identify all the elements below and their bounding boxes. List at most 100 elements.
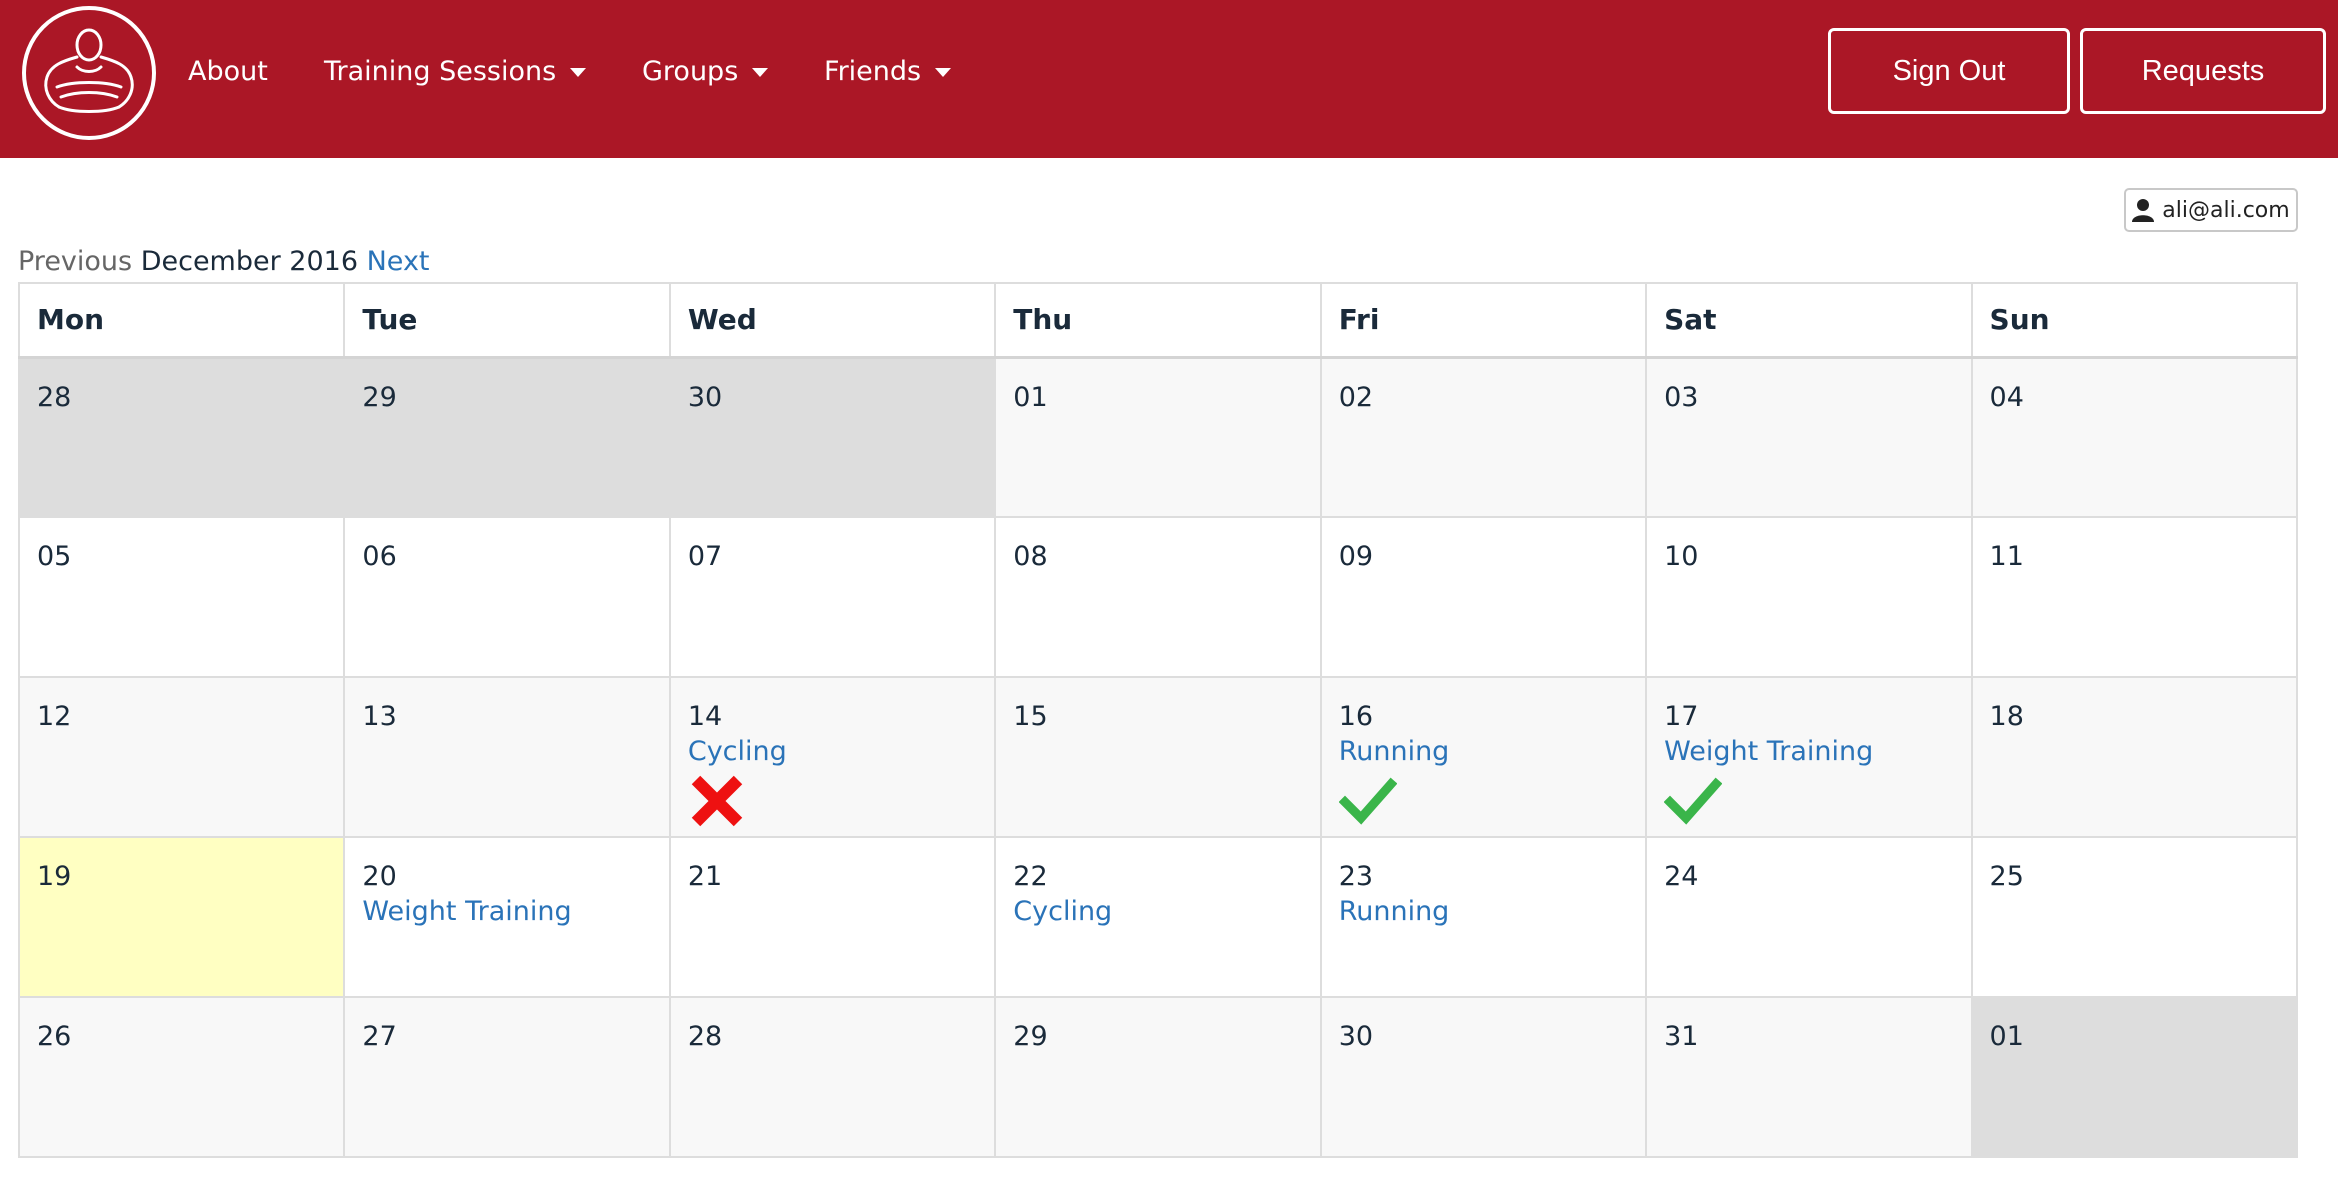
training-session-link[interactable]: Running bbox=[1339, 894, 1628, 930]
calendar-day[interactable]: 26 bbox=[17, 996, 346, 1158]
day-number: 06 bbox=[362, 541, 397, 572]
calendar-day[interactable]: 05 bbox=[17, 516, 346, 678]
nav-friends-dropdown[interactable]: Friends bbox=[824, 52, 952, 92]
day-number: 08 bbox=[1013, 541, 1048, 572]
calendar-week-row: 12 13 14 Cycling 15 16 Running 17 Weight Trainin… bbox=[17, 676, 2299, 838]
weekday-header: Tue bbox=[343, 282, 671, 359]
calendar-day-other-month[interactable]: 01 bbox=[1970, 996, 2299, 1158]
checkmark-icon bbox=[1664, 777, 1723, 825]
calendar-week-row: 26 27 28 29 30 31 01 bbox=[17, 996, 2299, 1158]
calendar-day[interactable]: 14 Cycling bbox=[668, 676, 997, 838]
day-number: 16 bbox=[1338, 701, 1374, 732]
calendar-day[interactable]: 27 bbox=[343, 996, 671, 1158]
day-number: 25 bbox=[1989, 861, 2024, 892]
day-number: 01 bbox=[1013, 381, 1048, 413]
calendar-day[interactable]: 16 Running bbox=[1319, 676, 1648, 838]
calendar-day[interactable]: 12 bbox=[17, 676, 346, 838]
current-month-label: December 2016 bbox=[140, 246, 359, 277]
calendar-day[interactable]: 22 Cycling bbox=[994, 836, 1322, 998]
calendar-day[interactable]: 20 Weight Training bbox=[343, 836, 671, 998]
user-icon bbox=[2132, 199, 2155, 222]
logo[interactable] bbox=[22, 6, 156, 140]
previous-month-link[interactable]: Previous bbox=[18, 246, 132, 277]
checkmark-icon bbox=[1338, 777, 1397, 825]
calendar-day[interactable]: 17 Weight Training bbox=[1645, 676, 1973, 838]
caret-down-icon bbox=[570, 67, 587, 77]
day-number: 13 bbox=[362, 701, 397, 732]
weekday-header: Sat bbox=[1645, 282, 1973, 359]
calendar-day[interactable]: 13 bbox=[343, 676, 671, 838]
calendar-day[interactable]: 09 bbox=[1319, 516, 1648, 678]
navbar: About Training Sessions Groups Friends S… bbox=[0, 0, 2338, 158]
caret-down-icon bbox=[935, 67, 952, 77]
weekday-header: Wed bbox=[668, 282, 997, 359]
day-number: 30 bbox=[1338, 1021, 1374, 1052]
calendar-day[interactable]: 01 bbox=[994, 356, 1322, 518]
day-number: 04 bbox=[1989, 381, 2024, 413]
calendar-week-row: 19 20 Weight Training 21 22 Cycling 23 Running 2… bbox=[17, 836, 2299, 998]
day-number: 21 bbox=[687, 861, 723, 892]
weekday-header: Mon bbox=[17, 282, 346, 359]
calendar-day[interactable]: 02 bbox=[1319, 356, 1648, 518]
day-number: 30 bbox=[687, 381, 723, 413]
calendar-day[interactable]: 21 bbox=[668, 836, 997, 998]
weekday-header: Fri bbox=[1319, 282, 1648, 359]
training-session-link[interactable]: Cycling bbox=[688, 734, 977, 770]
requests-button[interactable]: Requests bbox=[2080, 28, 2326, 114]
month-navigation: Previous December 2016 Next bbox=[18, 244, 430, 280]
training-session-link[interactable]: Running bbox=[1339, 734, 1628, 770]
calendar-day-other-month[interactable]: 29 bbox=[343, 356, 671, 518]
day-number: 15 bbox=[1013, 701, 1048, 732]
calendar-day-other-month[interactable]: 28 bbox=[17, 356, 346, 518]
calendar-day[interactable]: 11 bbox=[1970, 516, 2299, 678]
day-number: 07 bbox=[687, 541, 723, 572]
nav-training-sessions-dropdown[interactable]: Training Sessions bbox=[324, 52, 587, 92]
calendar-day[interactable]: 15 bbox=[994, 676, 1322, 838]
day-number: 24 bbox=[1664, 861, 1699, 892]
calendar-day[interactable]: 29 bbox=[994, 996, 1322, 1158]
day-number: 05 bbox=[37, 541, 72, 572]
calendar-day[interactable]: 06 bbox=[343, 516, 671, 678]
calendar-day[interactable]: 30 bbox=[1319, 996, 1648, 1158]
sign-out-button[interactable]: Sign Out bbox=[1828, 28, 2070, 114]
day-number: 26 bbox=[37, 1021, 72, 1052]
day-number: 10 bbox=[1664, 541, 1699, 572]
day-number: 02 bbox=[1338, 381, 1374, 413]
nav-friends-label: Friends bbox=[824, 56, 922, 87]
day-number: 20 bbox=[362, 861, 397, 892]
calendar-day[interactable]: 03 bbox=[1645, 356, 1973, 518]
calendar-day-today[interactable]: 19 bbox=[17, 836, 346, 998]
calendar-day[interactable]: 04 bbox=[1970, 356, 2299, 518]
calendar-day[interactable]: 24 bbox=[1645, 836, 1973, 998]
calendar-day[interactable]: 31 bbox=[1645, 996, 1973, 1158]
training-session-link[interactable]: Cycling bbox=[1013, 894, 1302, 930]
day-number: 03 bbox=[1664, 381, 1699, 413]
training-session-link[interactable]: Weight Training bbox=[1664, 734, 1953, 770]
day-number: 09 bbox=[1338, 541, 1374, 572]
calendar-day[interactable]: 07 bbox=[668, 516, 997, 678]
nav-about[interactable]: About bbox=[188, 52, 268, 92]
training-session-link[interactable]: Weight Training bbox=[362, 894, 651, 930]
next-month-link[interactable]: Next bbox=[367, 246, 430, 277]
bodybuilder-logo-icon bbox=[44, 28, 134, 113]
calendar-day[interactable]: 25 bbox=[1970, 836, 2299, 998]
nav-about-label: About bbox=[188, 56, 268, 87]
day-number: 29 bbox=[362, 381, 397, 413]
day-number: 18 bbox=[1989, 701, 2024, 732]
day-number: 28 bbox=[37, 381, 72, 413]
calendar-day[interactable]: 28 bbox=[668, 996, 997, 1158]
calendar-day-other-month[interactable]: 30 bbox=[668, 356, 997, 518]
user-email: ali@ali.com bbox=[2162, 197, 2290, 223]
calendar-day[interactable]: 10 bbox=[1645, 516, 1973, 678]
calendar-day[interactable]: 08 bbox=[994, 516, 1322, 678]
nav-groups-dropdown[interactable]: Groups bbox=[642, 52, 769, 92]
day-number: 14 bbox=[687, 701, 723, 732]
day-number: 31 bbox=[1664, 1021, 1699, 1052]
cross-icon bbox=[691, 775, 743, 827]
user-badge[interactable]: ali@ali.com bbox=[2124, 188, 2298, 232]
day-number: 28 bbox=[687, 1021, 723, 1052]
calendar-day[interactable]: 23 Running bbox=[1319, 836, 1648, 998]
calendar-day[interactable]: 18 bbox=[1970, 676, 2299, 838]
nav-training-sessions-label: Training Sessions bbox=[324, 56, 557, 87]
day-number: 12 bbox=[37, 701, 72, 732]
